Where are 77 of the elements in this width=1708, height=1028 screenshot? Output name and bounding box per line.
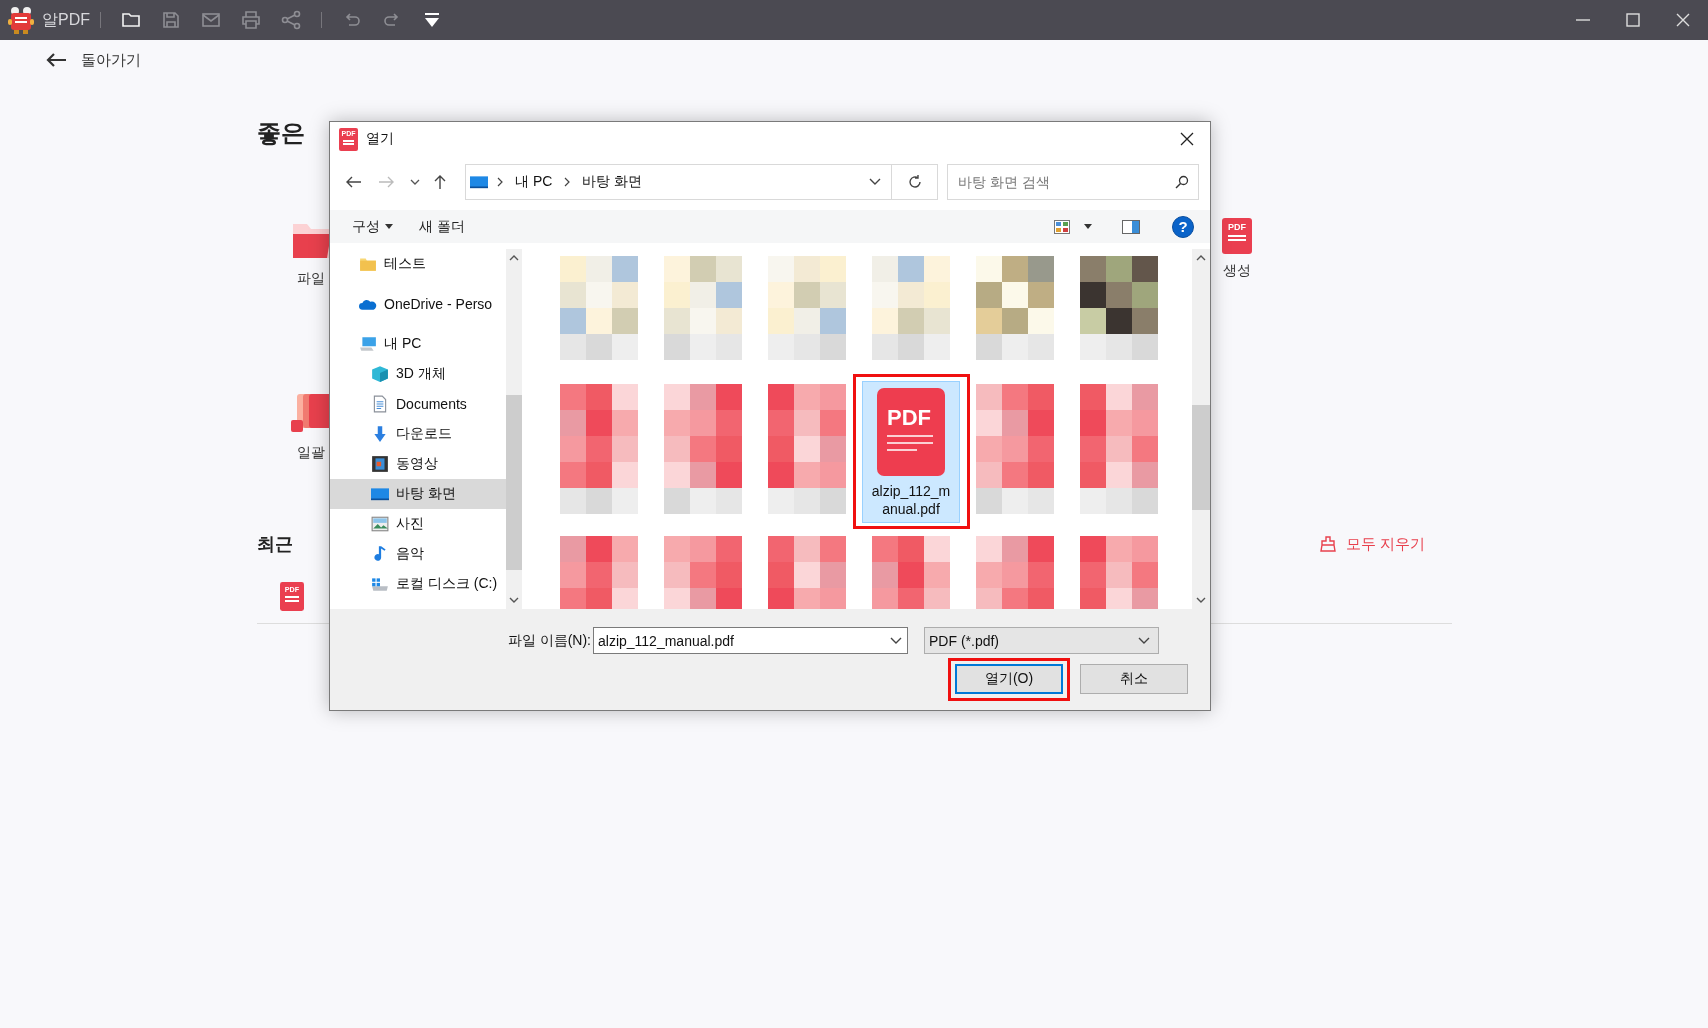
icon-label: PDF bbox=[887, 406, 931, 430]
file-name-field[interactable]: alzip_112_manual.pdf bbox=[593, 627, 908, 654]
chevron-down-icon[interactable] bbox=[869, 178, 881, 186]
chevron-right-icon bbox=[496, 177, 504, 187]
tool-label[interactable]: 생성 bbox=[1223, 262, 1251, 278]
nav-item[interactable]: 내 PC bbox=[330, 329, 506, 359]
tool-label[interactable]: 파일 bbox=[297, 270, 325, 286]
nav-item[interactable]: 테스트 bbox=[330, 249, 506, 279]
search-field[interactable]: 바탕 화면 검색 bbox=[947, 164, 1199, 200]
dialog-button[interactable]: 취소 bbox=[1080, 664, 1188, 694]
nav-item[interactable]: 사진 bbox=[330, 509, 506, 539]
nav-item[interactable]: 바탕 화면 bbox=[330, 479, 506, 509]
help-button[interactable]: ? bbox=[1172, 215, 1194, 238]
chevron-down-icon bbox=[1138, 636, 1150, 645]
folder-icon bbox=[359, 255, 377, 273]
back-arrow-icon[interactable] bbox=[346, 176, 362, 188]
file-type-dropdown[interactable]: PDF (*.pdf) bbox=[924, 627, 1159, 654]
nav-item[interactable]: 3D 개체 bbox=[330, 359, 506, 389]
desktop-icon bbox=[470, 173, 488, 191]
refresh-button[interactable] bbox=[892, 164, 938, 200]
up-arrow-icon[interactable] bbox=[434, 174, 446, 190]
scroll-up-icon[interactable] bbox=[1196, 255, 1206, 261]
chevron-down-icon[interactable] bbox=[410, 178, 420, 186]
icon-label: PDF bbox=[1228, 222, 1246, 232]
dialog-title: 열기 bbox=[366, 130, 394, 148]
back-link[interactable]: 돌아가기 bbox=[81, 50, 141, 70]
app-logo bbox=[8, 6, 34, 34]
chevron-down-icon[interactable] bbox=[890, 637, 902, 645]
cube-icon bbox=[371, 365, 389, 383]
document-icon bbox=[371, 395, 389, 413]
pc-icon bbox=[359, 335, 377, 353]
tool-label[interactable]: 일괄 bbox=[297, 444, 325, 460]
search-icon bbox=[1175, 175, 1189, 189]
close-icon bbox=[1676, 13, 1690, 27]
file-item[interactable]: PDF alzip_112_manual.pdf bbox=[862, 381, 960, 523]
close-icon bbox=[1180, 132, 1194, 146]
view-icon[interactable] bbox=[1054, 219, 1070, 234]
scroll-down-icon[interactable] bbox=[1196, 597, 1206, 603]
dialog-button[interactable]: 열기(O) bbox=[955, 664, 1063, 694]
video-icon bbox=[371, 455, 389, 473]
caret-icon bbox=[385, 224, 393, 229]
organize-button[interactable]: 구성 bbox=[352, 217, 393, 236]
drive-icon bbox=[371, 575, 389, 593]
nav-item[interactable]: Documents bbox=[330, 389, 506, 419]
print-icon[interactable] bbox=[240, 9, 262, 31]
back-arrow-icon[interactable] bbox=[45, 52, 67, 68]
nav-item[interactable]: 로컬 디스크 (C:) bbox=[330, 569, 506, 599]
share-icon[interactable] bbox=[280, 9, 302, 31]
preview-pane-icon[interactable] bbox=[1122, 219, 1140, 234]
clear-all-button[interactable]: 모두 지우기 bbox=[1319, 534, 1425, 554]
section-heading: 최근 bbox=[257, 533, 293, 556]
forward-arrow-icon[interactable] bbox=[378, 176, 394, 188]
breadcrumb-item[interactable]: 바탕 화면 bbox=[579, 173, 646, 191]
desktop-icon bbox=[371, 485, 389, 503]
scrollbar-thumb[interactable] bbox=[1192, 405, 1210, 510]
address-bar[interactable]: 내 PC 바탕 화면 bbox=[465, 164, 892, 200]
scrollbar-thumb[interactable] bbox=[506, 395, 522, 570]
chevron-right-icon bbox=[563, 177, 572, 187]
pictures-icon bbox=[371, 515, 389, 533]
nav-item[interactable]: 동영상 bbox=[330, 449, 506, 479]
nav-item[interactable]: 음악 bbox=[330, 539, 506, 569]
file-name: alzip_112_manual.pdf bbox=[870, 482, 952, 519]
field-label: 파일 이름(N): bbox=[506, 631, 592, 650]
broom-icon bbox=[1319, 536, 1336, 552]
scroll-down-icon[interactable] bbox=[509, 597, 519, 603]
page-heading: 좋은 bbox=[257, 118, 305, 148]
save-icon[interactable] bbox=[160, 9, 182, 31]
app-title: 알PDF bbox=[42, 9, 90, 30]
new-folder-button[interactable]: 새 폴더 bbox=[419, 217, 465, 236]
refresh-icon bbox=[906, 174, 923, 190]
nav-item[interactable]: 다운로드 bbox=[330, 419, 506, 449]
caret-icon[interactable] bbox=[1084, 224, 1092, 229]
music-icon bbox=[371, 545, 389, 563]
breadcrumb-item[interactable]: 내 PC bbox=[512, 173, 556, 191]
nav-item[interactable]: OneDrive - Perso bbox=[330, 289, 506, 319]
maximize-icon bbox=[1626, 13, 1640, 27]
scroll-up-icon[interactable] bbox=[509, 255, 519, 261]
